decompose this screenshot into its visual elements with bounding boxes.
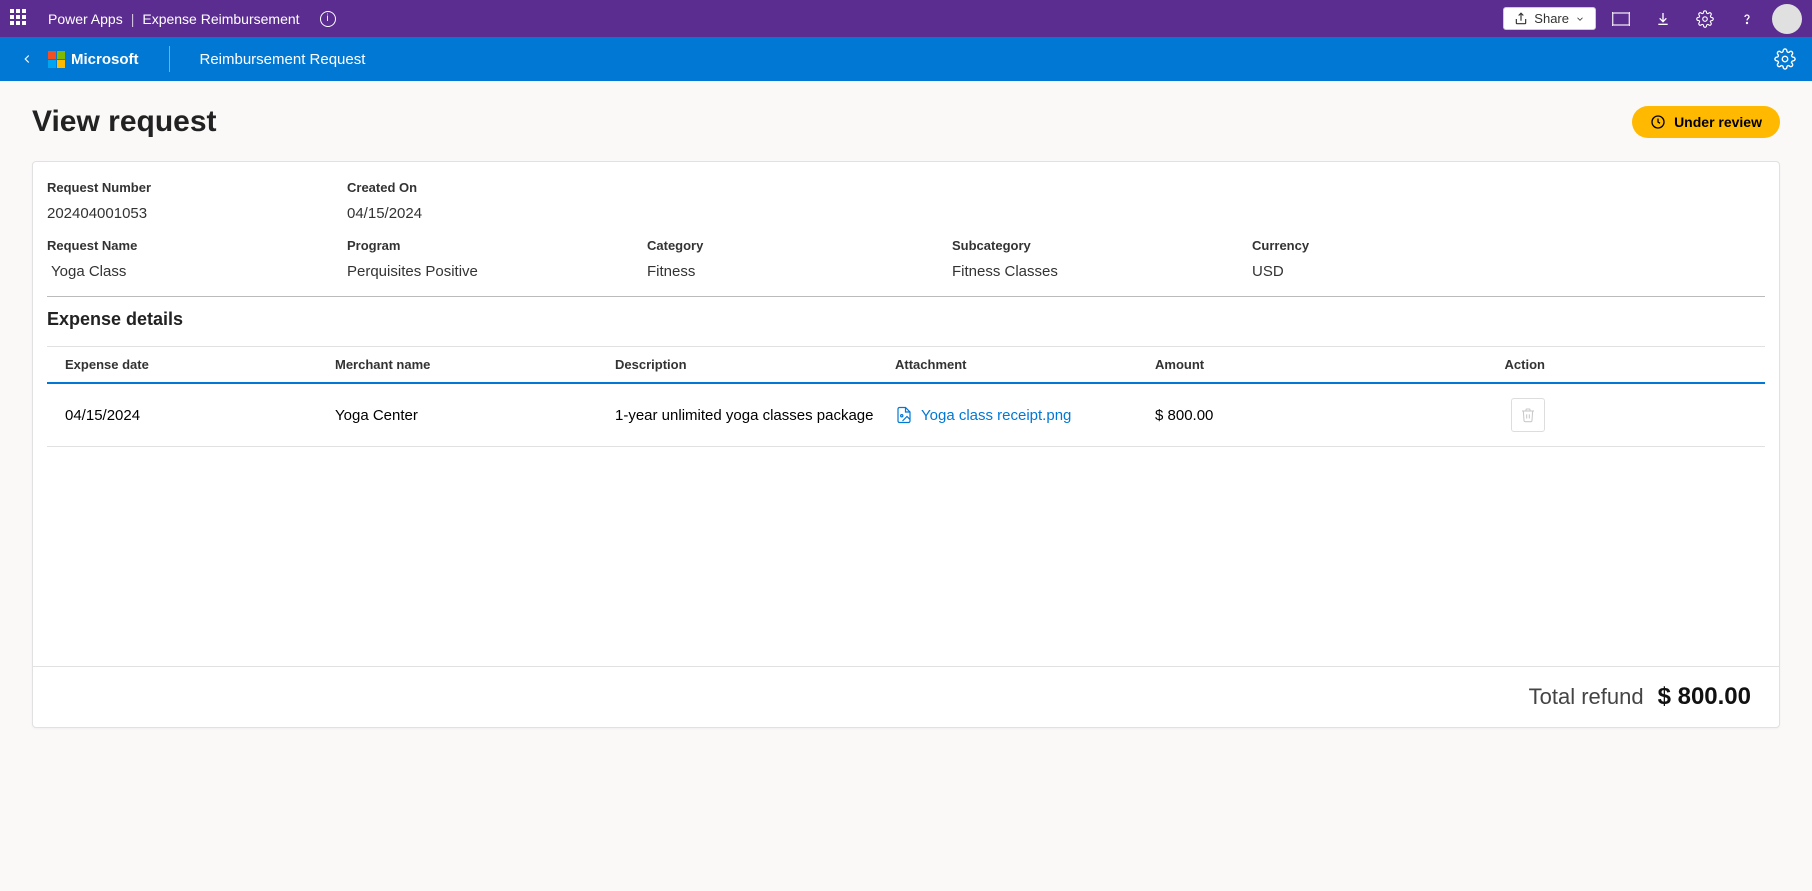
- chevron-down-icon: [1575, 14, 1585, 24]
- request-card: Request Number 202404001053 Created On 0…: [32, 161, 1780, 728]
- expense-table-header: Expense date Merchant name Description A…: [47, 346, 1765, 384]
- label-subcategory: Subcategory: [952, 238, 1252, 253]
- app-header-bar: Microsoft Reimbursement Request: [0, 37, 1812, 81]
- power-apps-topbar: Power Apps | Expense Reimbursement i Sha…: [0, 0, 1812, 37]
- label-program: Program: [347, 238, 647, 253]
- app-settings-icon[interactable]: [1770, 44, 1800, 74]
- main-content: View request Under review Request Number…: [0, 81, 1812, 891]
- app-name[interactable]: Expense Reimbursement: [142, 11, 299, 27]
- label-request-name: Request Name: [47, 238, 347, 253]
- value-request-number: 202404001053: [47, 205, 347, 222]
- col-description: Description: [615, 357, 895, 372]
- microsoft-logo-icon: [48, 51, 65, 68]
- product-name[interactable]: Power Apps: [48, 11, 123, 27]
- settings-icon[interactable]: [1688, 2, 1722, 36]
- label-created-on: Created On: [347, 180, 647, 195]
- cell-description: 1-year unlimited yoga classes package: [615, 407, 895, 424]
- share-icon: [1514, 12, 1528, 26]
- header-divider: [169, 46, 170, 72]
- col-action: Action: [1425, 357, 1545, 372]
- cell-date: 04/15/2024: [65, 407, 335, 424]
- field-subcategory: Subcategory Fitness Classes: [952, 238, 1252, 296]
- back-button[interactable]: [12, 44, 42, 74]
- total-refund-label: Total refund: [1529, 684, 1644, 710]
- field-currency: Currency USD: [1252, 238, 1502, 296]
- share-button[interactable]: Share: [1503, 7, 1596, 30]
- value-program: Perquisites Positive: [347, 263, 647, 280]
- info-icon[interactable]: i: [320, 11, 336, 27]
- col-merchant: Merchant name: [335, 357, 615, 372]
- trash-icon: [1520, 407, 1536, 423]
- col-attachment: Attachment: [895, 357, 1155, 372]
- status-text: Under review: [1674, 114, 1762, 130]
- title-separator: |: [131, 11, 135, 27]
- app-launcher-icon[interactable]: [10, 9, 30, 29]
- field-category: Category Fitness: [647, 238, 952, 296]
- total-refund-value: $ 800.00: [1658, 683, 1751, 711]
- attachment-filename: Yoga class receipt.png: [921, 407, 1071, 424]
- field-request-name: Request Name Yoga Class: [47, 238, 347, 296]
- cell-amount: $ 800.00: [1155, 407, 1425, 424]
- microsoft-logo: Microsoft: [48, 51, 139, 68]
- col-expense-date: Expense date: [65, 357, 335, 372]
- section-expense-details-title: Expense details: [47, 309, 1765, 330]
- total-bar: Total refund $ 800.00: [33, 666, 1779, 727]
- field-created-on: Created On 04/15/2024: [347, 180, 647, 238]
- meta-divider: [47, 296, 1765, 297]
- page-title: View request: [32, 105, 217, 139]
- value-subcategory: Fitness Classes: [952, 263, 1252, 280]
- delete-row-button[interactable]: [1511, 398, 1545, 432]
- share-label: Share: [1534, 11, 1569, 26]
- help-icon[interactable]: [1730, 2, 1764, 36]
- microsoft-text: Microsoft: [71, 51, 139, 68]
- label-request-number: Request Number: [47, 180, 347, 195]
- clock-icon: [1650, 114, 1666, 130]
- value-currency: USD: [1252, 263, 1502, 280]
- image-file-icon: [895, 406, 913, 424]
- expense-row: 04/15/2024 Yoga Center 1-year unlimited …: [47, 384, 1765, 447]
- download-icon[interactable]: [1646, 2, 1680, 36]
- app-title: Reimbursement Request: [200, 51, 366, 68]
- user-avatar[interactable]: [1772, 4, 1802, 34]
- value-request-name: Yoga Class: [47, 263, 347, 280]
- value-category: Fitness: [647, 263, 952, 280]
- field-request-number: Request Number 202404001053: [47, 180, 347, 238]
- fit-screen-icon[interactable]: [1604, 2, 1638, 36]
- status-badge: Under review: [1632, 106, 1780, 138]
- cell-merchant: Yoga Center: [335, 407, 615, 424]
- attachment-link[interactable]: Yoga class receipt.png: [895, 406, 1155, 424]
- value-created-on: 04/15/2024: [347, 205, 647, 222]
- col-amount: Amount: [1155, 357, 1425, 372]
- field-program: Program Perquisites Positive: [347, 238, 647, 296]
- label-currency: Currency: [1252, 238, 1502, 253]
- expense-table: Expense date Merchant name Description A…: [47, 346, 1765, 447]
- label-category: Category: [647, 238, 952, 253]
